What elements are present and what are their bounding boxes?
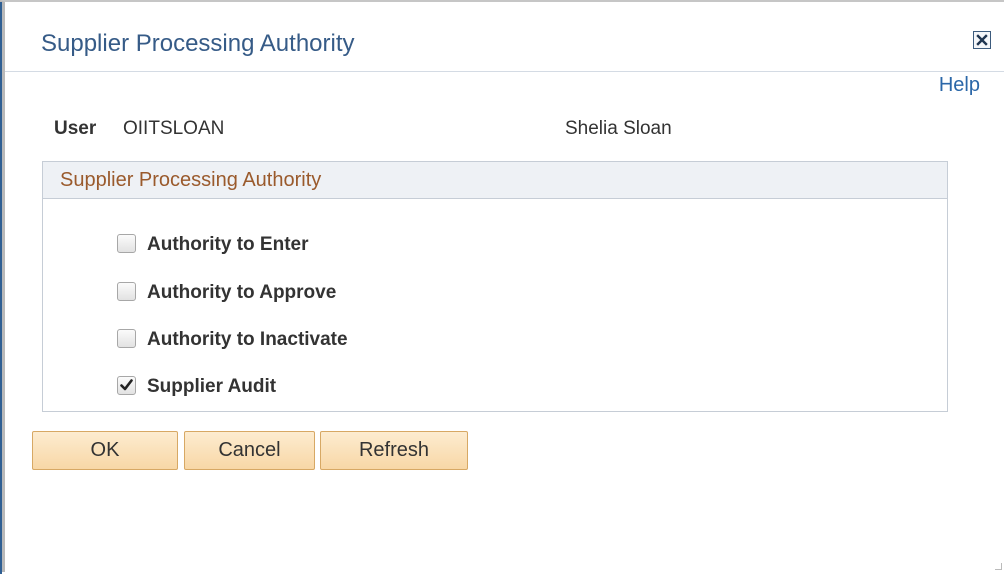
authority-to-enter-checkbox[interactable] — [117, 233, 136, 253]
authority-to-inactivate-label: Authority to Inactivate — [147, 329, 348, 350]
authority-to-approve-checkbox[interactable] — [117, 281, 136, 301]
dialog-title: Supplier Processing Authority — [41, 30, 355, 57]
authority-to-enter-row: Authority to Enter — [117, 230, 309, 256]
dialog-title-bar: Supplier Processing Authority — [5, 2, 1004, 72]
supplier-audit-row: Supplier Audit — [117, 372, 276, 398]
cancel-button[interactable]: Cancel — [184, 431, 315, 470]
authority-to-enter-label: Authority to Enter — [147, 234, 309, 255]
authority-group-box: Supplier Processing Authority Authority … — [42, 161, 948, 412]
authority-to-inactivate-checkbox[interactable] — [117, 328, 136, 348]
user-id-value: OIITSLOAN — [123, 118, 225, 139]
help-link[interactable]: Help — [939, 74, 980, 97]
resize-handle[interactable] — [995, 563, 1002, 570]
close-icon — [976, 34, 988, 46]
authority-to-inactivate-row: Authority to Inactivate — [117, 325, 348, 351]
authority-to-approve-row: Authority to Approve — [117, 278, 336, 304]
supplier-audit-checkbox[interactable] — [117, 375, 136, 395]
group-box-header: Supplier Processing Authority — [43, 162, 947, 199]
ok-button[interactable]: OK — [32, 431, 178, 470]
checkmark-icon — [120, 379, 133, 391]
user-name-value: Shelia Sloan — [565, 118, 672, 139]
user-label: User — [54, 118, 97, 139]
authority-to-approve-label: Authority to Approve — [147, 282, 337, 303]
refresh-button[interactable]: Refresh — [320, 431, 468, 470]
close-button[interactable] — [973, 31, 991, 49]
supplier-audit-label: Supplier Audit — [147, 376, 277, 397]
